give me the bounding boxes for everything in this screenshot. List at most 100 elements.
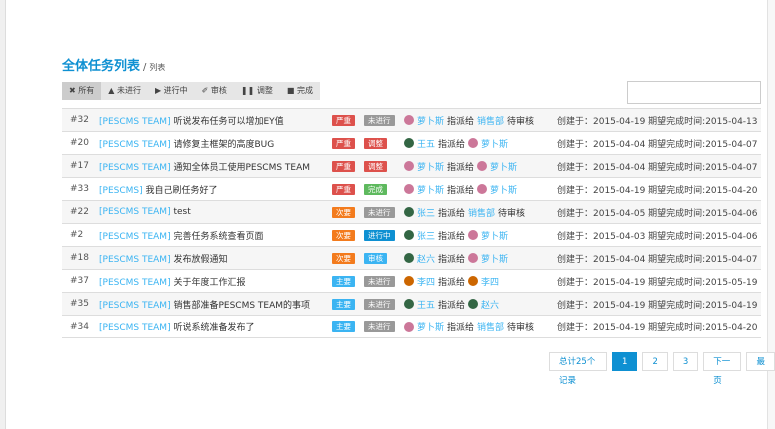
assign-action: 指派给 <box>447 323 475 333</box>
avatar <box>404 253 414 263</box>
priority-badge: 次要 <box>332 229 355 241</box>
task-id: #17 <box>70 161 89 171</box>
avatar <box>404 138 414 148</box>
filter-tab-5[interactable]: ■ 完成 <box>280 82 320 100</box>
assigner-link[interactable]: 王五 <box>417 298 435 311</box>
task-id: #22 <box>70 207 89 217</box>
last-page-button[interactable]: 最 <box>746 352 775 371</box>
filter-icon: ❚❚ <box>240 86 255 95</box>
task-dates: 创建于：2015-04-19 期望完成时间:2015-04-19 <box>557 300 758 311</box>
task-team-link[interactable]: [PESCMS TEAM] <box>99 207 171 217</box>
assignee-link[interactable]: 萝卜斯 <box>490 160 517 173</box>
title-text: 全体任务列表 <box>62 59 141 74</box>
task-team-link[interactable]: [PESCMS TEAM] <box>99 323 171 333</box>
assignee-link[interactable]: 萝卜斯 <box>481 229 508 242</box>
page-title: 全体任务列表 / 列表 <box>62 55 165 74</box>
assigner-link[interactable]: 李四 <box>417 275 435 288</box>
task-title[interactable]: [PESCMS TEAM] 听说系统准备发布了 <box>99 320 254 333</box>
assignee-link[interactable]: 萝卜斯 <box>481 137 508 150</box>
next-page-button[interactable]: 下一页 <box>703 352 742 386</box>
avatar <box>477 161 488 171</box>
assignment: 王五 指派给 萝卜斯 <box>404 137 508 150</box>
assignment: 萝卜斯 指派给 萝卜斯 <box>404 160 517 173</box>
assignee-link[interactable]: 李四 <box>481 275 499 288</box>
status-badge: 进行中 <box>364 229 395 241</box>
task-team-link[interactable]: [PESCMS TEAM] <box>99 117 171 127</box>
task-team-link[interactable]: [PESCMS] <box>99 186 143 196</box>
status-badge: 调整 <box>364 160 387 172</box>
task-title-text: 发布放假通知 <box>173 254 228 265</box>
task-title[interactable]: [PESCMS TEAM] 完善任务系统查看页面 <box>99 229 263 242</box>
assignment: 张三 指派给 萝卜斯 <box>404 229 508 242</box>
task-title-text: 销售部准备PESCMS TEAM的事项 <box>173 300 311 311</box>
task-team-link[interactable]: [PESCMS TEAM] <box>99 140 171 150</box>
assignee-link[interactable]: 销售部 <box>477 114 504 127</box>
priority-badge: 次要 <box>332 206 355 218</box>
assigner-link[interactable]: 张三 <box>417 229 435 242</box>
assigner-link[interactable]: 萝卜斯 <box>417 114 444 127</box>
filter-tab-0[interactable]: ✖ 所有 <box>62 82 102 100</box>
assigner-link[interactable]: 赵六 <box>417 252 435 265</box>
breadcrumb-sub: 列表 <box>149 63 166 72</box>
task-title[interactable]: [PESCMS TEAM] 请修复主框架的高度BUG <box>99 137 274 150</box>
filter-tab-2[interactable]: ▶ 进行中 <box>148 82 195 100</box>
assignee-link[interactable]: 萝卜斯 <box>490 183 517 196</box>
priority-badge: 次要 <box>332 252 355 264</box>
avatar <box>404 161 414 171</box>
task-title-text: 完善任务系统查看页面 <box>173 231 264 242</box>
task-title-text: 通知全体员工使用PESCMS TEAM <box>173 162 311 173</box>
task-title-text: 听说系统准备发布了 <box>173 323 255 333</box>
assigner-link[interactable]: 萝卜斯 <box>417 160 444 173</box>
task-title[interactable]: [PESCMS TEAM] test <box>99 207 191 217</box>
assign-action: 指派给 <box>447 162 475 173</box>
breadcrumb-separator: / <box>143 62 147 73</box>
page-3[interactable]: 3 <box>672 352 699 371</box>
status-badge: 完成 <box>364 183 387 195</box>
search-input[interactable] <box>627 81 761 104</box>
table-row: #35 [PESCMS TEAM] 销售部准备PESCMS TEAM的事项 主要… <box>62 292 761 315</box>
assignment: 萝卜斯 指派给 销售部 待审核 <box>404 114 534 127</box>
avatar <box>404 184 414 194</box>
task-id: #32 <box>70 115 89 125</box>
assignee-link[interactable]: 销售部 <box>468 206 495 219</box>
task-title[interactable]: [PESCMS TEAM] 发布放假通知 <box>99 252 227 265</box>
task-team-link[interactable]: [PESCMS TEAM] <box>99 278 171 288</box>
task-team-link[interactable]: [PESCMS TEAM] <box>99 232 171 242</box>
task-id: #35 <box>70 299 89 309</box>
assign-action: 指派给 <box>447 185 475 196</box>
task-title[interactable]: [PESCMS TEAM] 听说发布任务可以增加EY值 <box>99 114 284 127</box>
task-title[interactable]: [PESCMS TEAM] 销售部准备PESCMS TEAM的事项 <box>99 298 310 311</box>
task-title-text: 我自己刷任务好了 <box>145 185 218 196</box>
assigner-link[interactable]: 萝卜斯 <box>417 183 444 196</box>
assigner-link[interactable]: 萝卜斯 <box>417 320 444 333</box>
task-title[interactable]: [PESCMS TEAM] 通知全体员工使用PESCMS TEAM <box>99 160 310 173</box>
task-team-link[interactable]: [PESCMS TEAM] <box>99 255 171 265</box>
assigner-link[interactable]: 王五 <box>417 137 435 150</box>
avatar <box>404 230 414 240</box>
assignee-link[interactable]: 萝卜斯 <box>481 252 508 265</box>
task-dates: 创建于：2015-04-04 期望完成时间:2015-04-07 <box>557 139 758 150</box>
priority-badge: 主要 <box>332 298 355 310</box>
page-2[interactable]: 2 <box>642 352 668 371</box>
assigner-link[interactable]: 张三 <box>417 206 435 219</box>
task-title-text: 关于年度工作汇报 <box>173 277 246 288</box>
filter-tab-1[interactable]: ▲ 未进行 <box>101 82 148 100</box>
task-title-text: test <box>173 207 191 217</box>
task-title-text: 请修复主框架的高度BUG <box>173 139 275 150</box>
assignee-link[interactable]: 赵六 <box>481 298 499 311</box>
filter-label: 进行中 <box>163 86 188 95</box>
task-team-link[interactable]: [PESCMS TEAM] <box>99 163 171 173</box>
assignee-link[interactable]: 销售部 <box>477 320 504 333</box>
filter-tab-3[interactable]: ✐ 审核 <box>195 82 234 100</box>
table-row: #2 [PESCMS TEAM] 完善任务系统查看页面 次要 进行中 张三 指派… <box>62 223 761 246</box>
avatar <box>468 138 479 148</box>
filter-tabs: ✖ 所有 ▲ 未进行 ▶ 进行中 ✐ 审核 ❚❚ 调整 ■ 完成 <box>62 82 320 100</box>
table-row: #37 [PESCMS TEAM] 关于年度工作汇报 主要 未进行 李四 指派给… <box>62 269 761 292</box>
task-title[interactable]: [PESCMS] 我自己刷任务好了 <box>99 183 218 196</box>
page-1[interactable]: 1 <box>612 352 638 371</box>
filter-tab-4[interactable]: ❚❚ 调整 <box>234 82 280 100</box>
filter-label: 未进行 <box>116 86 141 95</box>
task-team-link[interactable]: [PESCMS TEAM] <box>99 301 171 311</box>
assign-action: 指派给 <box>438 254 466 265</box>
task-title[interactable]: [PESCMS TEAM] 关于年度工作汇报 <box>99 275 245 288</box>
